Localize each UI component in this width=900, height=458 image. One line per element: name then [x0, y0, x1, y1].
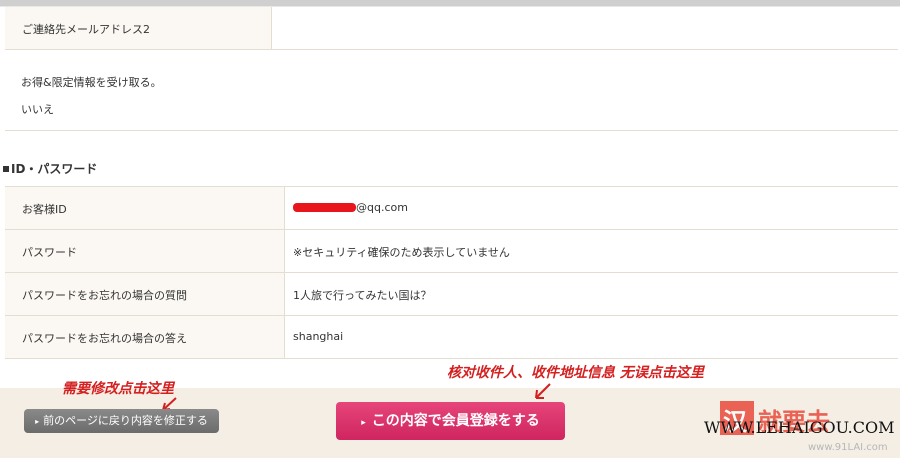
back-edit-button[interactable]: ▸ 前のページに戻り内容を修正する	[24, 409, 219, 433]
watermark-url-secondary: www.91LAI.com	[808, 442, 888, 453]
arrow-right-icon	[535, 383, 551, 399]
caret-right-icon: ▸	[35, 417, 40, 426]
register-member-button[interactable]: ▸ この内容で会員登録をする	[336, 402, 565, 440]
watermark-url: WWW.LEHAIGOU.COM	[704, 418, 895, 437]
annotation-arrows	[162, 383, 551, 411]
caret-right-icon: ▸	[361, 418, 366, 428]
